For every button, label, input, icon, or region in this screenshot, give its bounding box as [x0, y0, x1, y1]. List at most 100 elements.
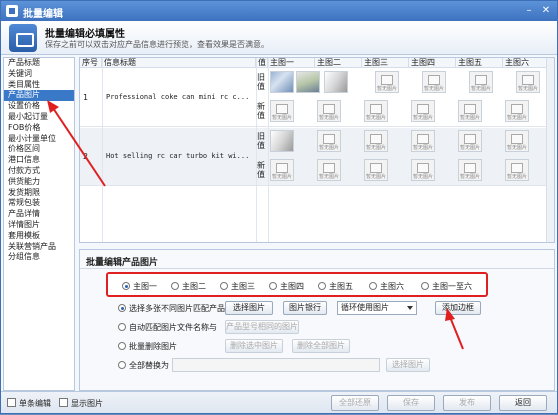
sidebar-item[interactable]: 港口信息: [4, 155, 74, 166]
option-auto-match[interactable]: 自动匹配图片文件名称与: [118, 322, 217, 333]
grid-divider: [102, 58, 103, 242]
sidebar-item[interactable]: 设置价格: [4, 101, 74, 112]
sidebar-item[interactable]: 价格区间: [4, 144, 74, 155]
radio-main6[interactable]: 主图六: [369, 281, 404, 292]
back-button[interactable]: 返回: [499, 395, 547, 411]
col-header-main3[interactable]: 主图三: [362, 58, 409, 68]
col-header-main4[interactable]: 主图四: [409, 58, 456, 68]
main-image-radio-group: 主图一 主图二 主图三 主图四 主图五 主图六 主图一至六: [106, 272, 488, 297]
radio-dot-icon: [122, 282, 130, 290]
radio-main5[interactable]: 主图五: [318, 281, 353, 292]
image-placeholder[interactable]: 暂无图片: [422, 71, 446, 93]
image-placeholder[interactable]: 暂无图片: [516, 71, 540, 93]
product-grid: 序号 信息标题 值 主图一 主图二 主图三 主图四 主图五 主图六 1 Prof…: [79, 57, 555, 243]
radio-main3[interactable]: 主图三: [220, 281, 255, 292]
radio-dot-icon: [118, 342, 126, 350]
image-placeholder[interactable]: 暂无图片: [458, 159, 482, 181]
option-batch-delete[interactable]: 批量删除图片: [118, 341, 177, 352]
row-index: 2: [83, 152, 89, 161]
radio-dot-icon: [118, 304, 126, 312]
panel-title: 批量编辑产品图片: [86, 258, 159, 268]
footer-bar: 单条编辑 显示图片 全部还原 保存 发布 返回: [1, 391, 557, 413]
sidebar-item[interactable]: FOB价格: [4, 123, 74, 134]
col-header-main6[interactable]: 主图六: [503, 58, 548, 68]
delete-all-button[interactable]: 删除全部图片: [292, 339, 350, 353]
row-title: Professional coke can mini rc c...: [106, 93, 250, 101]
delete-selected-button[interactable]: 删除选中图片: [225, 339, 283, 353]
close-icon[interactable]: ✕: [538, 4, 554, 18]
image-placeholder[interactable]: 暂无图片: [505, 159, 529, 181]
image-placeholder[interactable]: 暂无图片: [458, 130, 482, 152]
image-placeholder[interactable]: 暂无图片: [270, 100, 294, 122]
product-image[interactable]: [324, 71, 348, 93]
restore-all-button[interactable]: 全部还原: [331, 395, 379, 411]
sidebar-item[interactable]: 发货期限: [4, 188, 74, 199]
header-banner: 批量编辑必填属性 保存之前可以双击对应产品信息进行预览，查看效果是否满意。: [1, 21, 557, 55]
publish-button[interactable]: 发布: [443, 395, 491, 411]
col-header-main1[interactable]: 主图一: [268, 58, 315, 68]
image-placeholder[interactable]: 暂无图片: [317, 130, 341, 152]
radio-main4[interactable]: 主图四: [269, 281, 304, 292]
image-placeholder[interactable]: 暂无图片: [505, 130, 529, 152]
radio-main1[interactable]: 主图一: [122, 281, 157, 292]
sidebar-item[interactable]: 关联营销产品: [4, 242, 74, 253]
product-image[interactable]: [296, 71, 320, 93]
divider: [80, 268, 554, 269]
col-header-value[interactable]: 值: [256, 58, 268, 68]
add-border-button[interactable]: 添加边框: [435, 301, 481, 315]
minimize-icon[interactable]: –: [521, 4, 537, 18]
single-edit-checkbox[interactable]: 单条编辑: [7, 398, 51, 409]
grid-divider: [268, 58, 269, 242]
loop-image-select[interactable]: 循环使用图片: [337, 301, 417, 315]
show-image-checkbox[interactable]: 显示图片: [59, 398, 103, 409]
sidebar: 产品标题 关键词 类目属性 产品图片 设置价格 最小起订量 FOB价格 最小计量…: [3, 57, 75, 391]
save-button[interactable]: 保存: [387, 395, 435, 411]
sidebar-item[interactable]: 最小计量单位: [4, 134, 74, 145]
radio-dot-icon: [118, 323, 126, 331]
image-placeholder[interactable]: 暂无图片: [317, 159, 341, 181]
sidebar-item-product-images[interactable]: 产品图片: [4, 90, 74, 102]
image-placeholder[interactable]: 暂无图片: [270, 159, 294, 181]
sidebar-item[interactable]: 详情图片: [4, 220, 74, 231]
image-placeholder[interactable]: 暂无图片: [505, 100, 529, 122]
image-placeholder[interactable]: 暂无图片: [364, 100, 388, 122]
image-placeholder[interactable]: 暂无图片: [411, 100, 435, 122]
table-row[interactable]: 1 Professional coke can mini rc c... 旧值 …: [80, 69, 554, 127]
sidebar-item[interactable]: 分组信息: [4, 252, 74, 263]
image-placeholder[interactable]: 暂无图片: [375, 71, 399, 93]
radio-dot-icon: [318, 282, 326, 290]
col-header-main2[interactable]: 主图二: [315, 58, 362, 68]
col-header-title[interactable]: 信息标题: [102, 58, 256, 68]
product-image[interactable]: [270, 71, 294, 93]
image-placeholder[interactable]: 暂无图片: [364, 130, 388, 152]
radio-main1-to-6[interactable]: 主图一至六: [421, 281, 472, 292]
image-placeholder[interactable]: 暂无图片: [411, 159, 435, 181]
sidebar-item[interactable]: 供货能力: [4, 177, 74, 188]
model-match-button[interactable]: 产品型号相同的图片: [225, 320, 299, 334]
radio-main2[interactable]: 主图二: [171, 281, 206, 292]
image-bank-button[interactable]: 图片银行: [283, 301, 327, 315]
replace-select-image-button[interactable]: 选择图片: [386, 358, 430, 372]
sidebar-item[interactable]: 关键词: [4, 69, 74, 80]
select-image-button[interactable]: 选择图片: [225, 301, 273, 315]
grid-scrollbar[interactable]: [546, 58, 554, 242]
col-header-main5[interactable]: 主图五: [456, 58, 503, 68]
image-placeholder[interactable]: 暂无图片: [317, 100, 341, 122]
col-header-index[interactable]: 序号: [80, 58, 102, 68]
sidebar-item[interactable]: 套用模板: [4, 231, 74, 242]
image-placeholder[interactable]: 暂无图片: [364, 159, 388, 181]
sidebar-item[interactable]: 类目属性: [4, 80, 74, 91]
table-row[interactable]: 2 Hot selling rc car turbo kit wi... 旧值 …: [80, 128, 554, 186]
option-replace-all[interactable]: 全部替换为: [118, 360, 169, 371]
sidebar-item[interactable]: 产品标题: [4, 58, 74, 69]
sidebar-item[interactable]: 付款方式: [4, 166, 74, 177]
replace-path-input[interactable]: [172, 358, 380, 372]
sidebar-item[interactable]: 常规包装: [4, 198, 74, 209]
sidebar-item[interactable]: 产品详情: [4, 209, 74, 220]
product-image[interactable]: [270, 130, 294, 152]
image-placeholder[interactable]: 暂无图片: [469, 71, 493, 93]
option-multi-images[interactable]: 选择多张不同图片匹配产品: [118, 303, 225, 314]
sidebar-item[interactable]: 最小起订量: [4, 112, 74, 123]
image-placeholder[interactable]: 暂无图片: [411, 130, 435, 152]
image-placeholder[interactable]: 暂无图片: [458, 100, 482, 122]
